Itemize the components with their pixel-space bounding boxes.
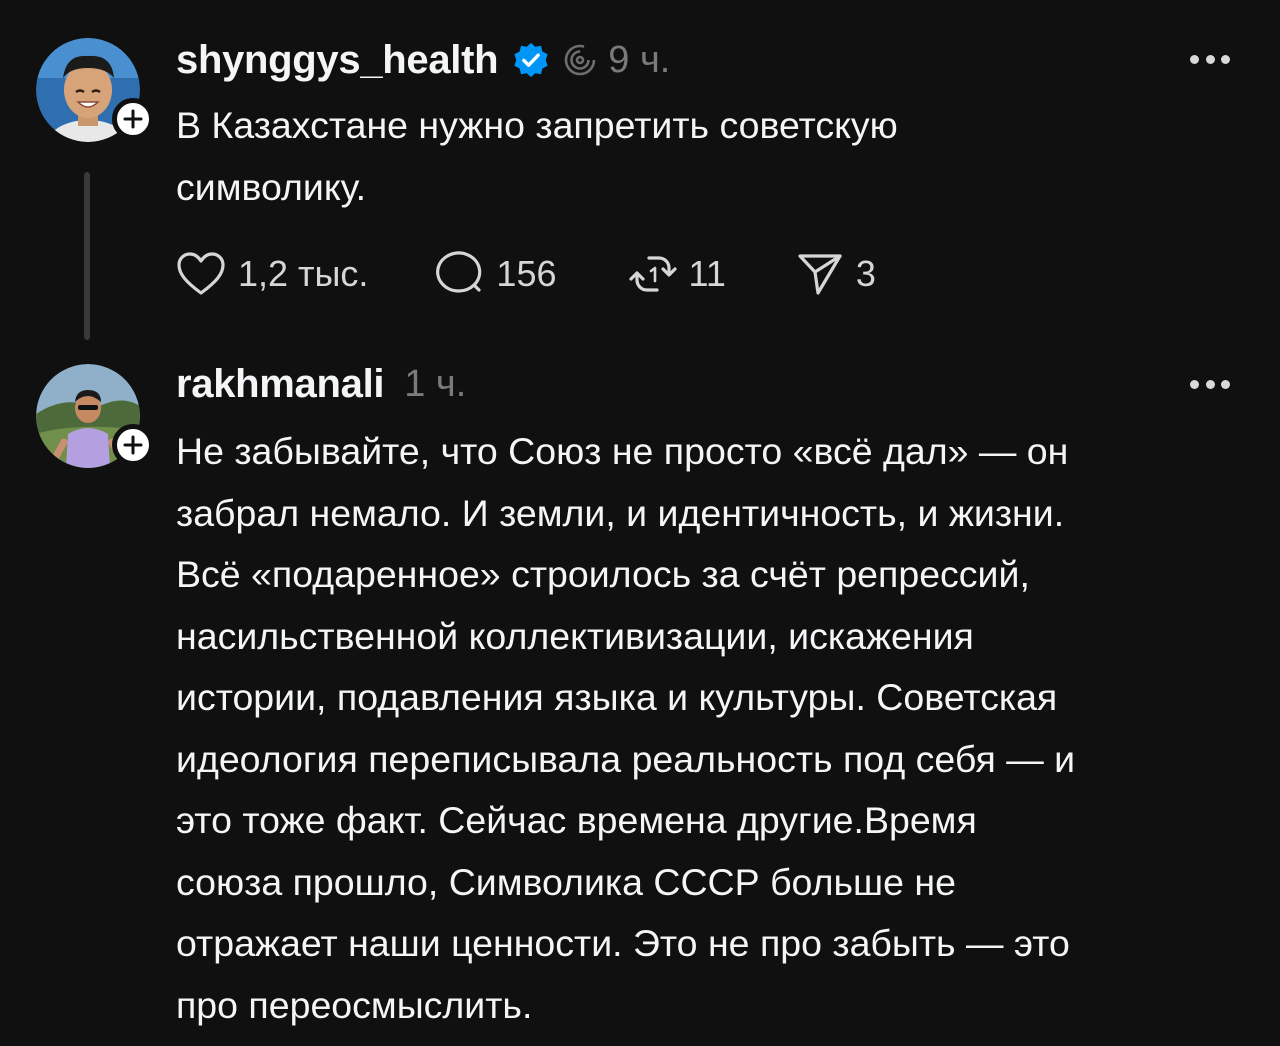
post-text: Не забывайте, что Союз не просто «всё да… (176, 421, 1075, 1036)
more-icon[interactable] (1190, 52, 1230, 66)
follow-button[interactable] (112, 424, 154, 466)
post-original: shynggys_health 9 ч. В Казахстане нужно … (0, 0, 1280, 350)
like-count: 1,2 тыс. (238, 253, 369, 294)
follow-button[interactable] (112, 98, 154, 140)
post-time: 9 ч. (608, 38, 671, 81)
post-reply: rakhmanali 1 ч. Не забывайте, что Союз н… (0, 350, 1280, 1046)
post-text-line: истории, подавления языка и культуры. Со… (176, 676, 1058, 718)
post-text-line: Не забывайте, что Союз не просто «всё да… (176, 430, 1069, 472)
post-text-line: насильственной коллективизации, искажени… (176, 614, 974, 657)
post-header: shynggys_health 9 ч. (176, 34, 670, 86)
post-text-line: В Казахстане нужно запретить советскую (176, 104, 898, 146)
post-text-line: Всё «подаренное» строилось за счёт репре… (176, 553, 1030, 595)
post-time: 1 ч. (404, 362, 467, 405)
post-header: rakhmanali 1 ч. (176, 358, 466, 410)
follow-plus-icon (123, 435, 143, 455)
repost-icon (628, 256, 677, 292)
post-text-line: идеология переписывала реальность под се… (176, 737, 1076, 780)
post-text-line: символику. (176, 165, 367, 208)
post-text-line: забрал немало. И земли, и идентичность, … (176, 491, 1065, 534)
follow-plus-icon (123, 109, 143, 129)
repost-button[interactable]: 11 (628, 250, 726, 298)
repost-count: 11 (688, 253, 726, 294)
share-count: 3 (855, 253, 876, 294)
thread-connector-line (84, 172, 90, 340)
comment-count: 156 (496, 253, 557, 294)
more-icon[interactable] (1190, 377, 1230, 391)
post-text-line: это тоже факт. Сейчас времена другие.Вре… (176, 799, 977, 841)
post-text-line: про переосмыслить. (176, 983, 533, 1026)
share-button[interactable]: 3 (796, 251, 876, 297)
post-text-line: отражает наши ценности. Это не про забыт… (176, 922, 1070, 964)
post-text-line: союза прошло, Символика СССР больше не (176, 860, 956, 903)
action-bar: 1,2 тыс. 156 11 3 (176, 246, 876, 302)
username[interactable]: rakhmanali (176, 362, 385, 407)
threads-spiral-icon (564, 44, 596, 76)
comment-icon (436, 251, 482, 293)
verified-icon (514, 42, 548, 78)
avatar-wrap[interactable] (36, 364, 154, 468)
username[interactable]: shynggys_health (176, 38, 499, 83)
share-icon (798, 254, 842, 295)
heart-icon (177, 252, 225, 295)
like-button[interactable]: 1,2 тыс. (176, 251, 368, 297)
avatar-wrap[interactable] (36, 38, 154, 142)
comment-button[interactable]: 156 (434, 250, 557, 298)
post-text: В Казахстане нужно запретить советскую с… (176, 95, 898, 218)
